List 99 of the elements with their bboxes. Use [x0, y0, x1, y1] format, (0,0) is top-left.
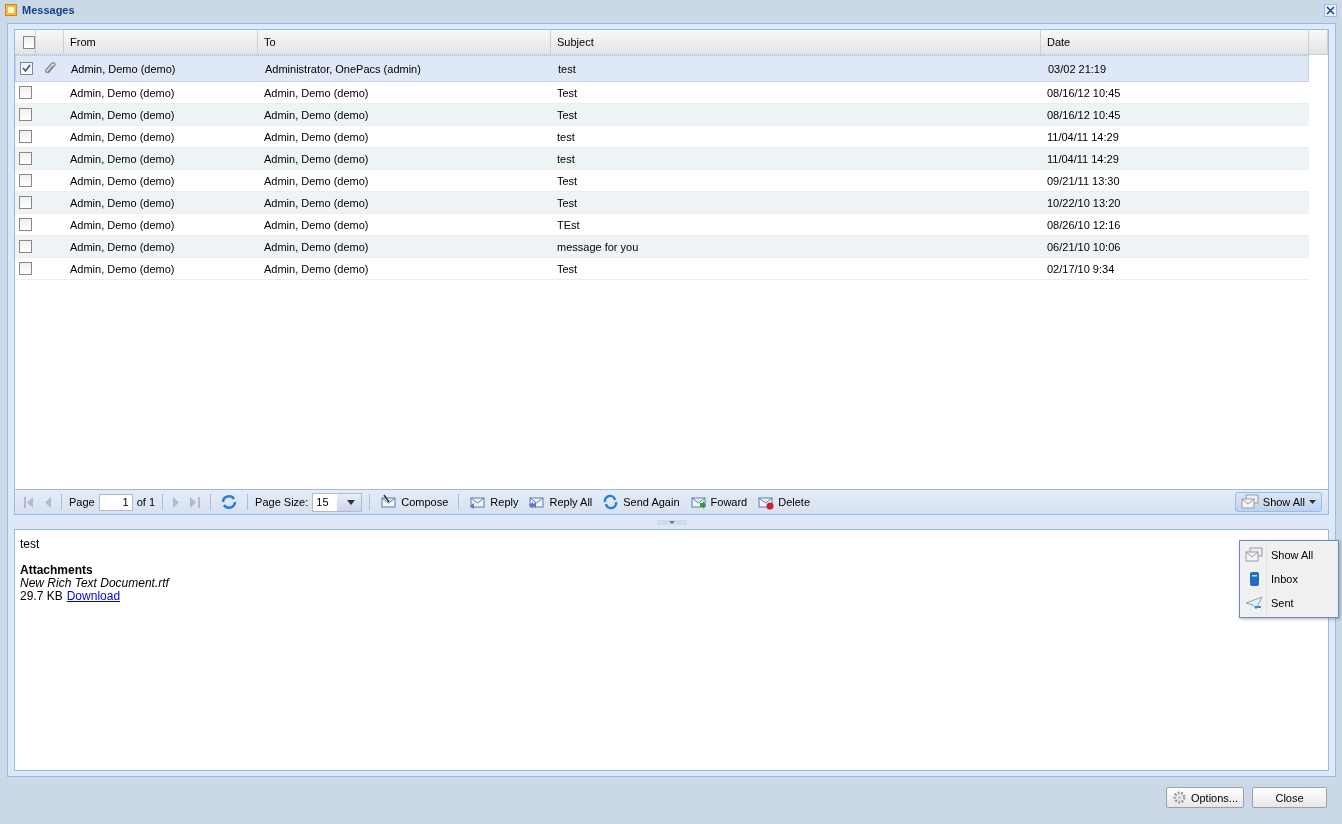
column-header[interactable]: Subject	[557, 36, 594, 48]
checkbox[interactable]	[19, 240, 32, 253]
paper-plane-icon	[1245, 595, 1263, 611]
table-cell-text: Admin, Demo (demo)	[263, 152, 370, 165]
column-header[interactable]: To	[264, 36, 276, 48]
table-cell-text: Admin, Demo (demo)	[69, 240, 176, 253]
table-cell-text: Admin, Demo (demo)	[69, 262, 176, 275]
table-cell-text: Test	[556, 262, 579, 275]
table-cell-text: 09/21/11 13:30	[1046, 174, 1121, 187]
page-size-dropdown[interactable]: 15	[312, 492, 363, 512]
reply-all-icon	[528, 494, 546, 510]
gear-icon	[1171, 790, 1187, 805]
checkbox[interactable]	[19, 86, 32, 99]
table-cell-text: Test	[556, 174, 579, 187]
delete-icon	[757, 494, 775, 510]
table-cell-text: Test	[556, 86, 579, 99]
table-cell-text: Admin, Demo (demo)	[263, 218, 370, 231]
toolbar-button[interactable]: Reply All	[525, 492, 596, 512]
window-icon	[5, 4, 17, 16]
message-row[interactable]: Admin, Demo (demo) Administrator, OnePacs (admin) test 03/02 21:19	[15, 55, 1309, 82]
message-row[interactable]: Admin, Demo (demo) Admin, Demo (demo) Test 08/16/12 10:45	[15, 104, 1309, 126]
table-cell-text: test	[556, 130, 576, 143]
table-cell-text: 08/26/10 12:16	[1046, 218, 1122, 231]
table-cell-text: Admin, Demo (demo)	[69, 108, 176, 121]
footer-button[interactable]: Close	[1252, 787, 1327, 808]
table-cell-text: 03/02 21:19	[1047, 62, 1108, 75]
message-row[interactable]: Admin, Demo (demo) Admin, Demo (demo) message for you 06/21/10 10:06	[15, 236, 1309, 258]
toolbar-button[interactable]: Reply	[466, 492, 522, 512]
menu-item[interactable]: Sent	[1240, 591, 1338, 615]
checkbox[interactable]	[19, 196, 32, 209]
table-cell-text: test	[557, 62, 577, 75]
table-cell-text: 08/16/12 10:45	[1046, 108, 1122, 121]
filter-button[interactable]: Show All	[1234, 492, 1322, 512]
table-cell-text: Admin, Demo (demo)	[263, 174, 370, 187]
menu-item[interactable]: Inbox	[1240, 567, 1338, 591]
table-cell-text: Admin, Demo (demo)	[263, 262, 370, 275]
window-title: Messages	[22, 4, 76, 16]
table-cell-text: Admin, Demo (demo)	[263, 108, 370, 121]
checkbox[interactable]	[19, 218, 32, 231]
table-cell-text: 10/22/10 13:20	[1046, 196, 1122, 209]
message-row[interactable]: Admin, Demo (demo) Admin, Demo (demo) test 11/04/11 14:29	[15, 148, 1309, 170]
checkbox[interactable]	[19, 174, 32, 187]
checkbox[interactable]	[23, 35, 35, 49]
column-header[interactable]: From	[70, 36, 96, 48]
table-cell-text: 06/21/10 10:06	[1046, 240, 1122, 253]
table-cell-text: 08/16/12 10:45	[1046, 86, 1122, 99]
toolbar-button[interactable]: Send Again	[599, 492, 683, 512]
table-cell-text: Admin, Demo (demo)	[70, 62, 177, 75]
table-cell-text: Admin, Demo (demo)	[69, 218, 176, 231]
table-cell-text: Admin, Demo (demo)	[263, 86, 370, 99]
checkbox[interactable]	[19, 108, 32, 121]
refresh-arrows-icon	[602, 494, 620, 510]
table-cell-text: Administrator, OnePacs (admin)	[264, 62, 422, 75]
file-size: 29.7 KB	[20, 589, 63, 603]
table-cell-text: message for you	[556, 240, 640, 253]
table-cell-text: 11/04/11 14:29	[1046, 152, 1120, 165]
table-cell-text: Admin, Demo (demo)	[263, 240, 370, 253]
checkbox[interactable]	[19, 130, 32, 143]
page-label: Page	[69, 496, 95, 508]
message-row[interactable]: Admin, Demo (demo) Admin, Demo (demo) Test 02/17/10 9:34	[15, 258, 1309, 280]
table-cell-text: Admin, Demo (demo)	[69, 152, 176, 165]
toolbar-button[interactable]: Compose	[377, 492, 452, 512]
message-body: test	[20, 538, 40, 551]
table-cell-text: 11/04/11 14:29	[1046, 130, 1120, 143]
checkbox[interactable]	[20, 62, 33, 75]
toolbar-button[interactable]: Foward	[686, 492, 751, 512]
message-row[interactable]: Admin, Demo (demo) Admin, Demo (demo) Test 10/22/10 13:20	[15, 192, 1309, 214]
table-cell-text: 02/17/10 9:34	[1046, 262, 1116, 275]
reply-icon	[469, 494, 487, 510]
page-size-label: Page Size:	[255, 496, 309, 508]
table-cell-text: Test	[556, 196, 579, 209]
footer-button[interactable]: Options...	[1165, 787, 1244, 808]
table-cell-text: Admin, Demo (demo)	[69, 130, 176, 143]
envelopes-icon	[1240, 494, 1259, 510]
table-cell-text: Admin, Demo (demo)	[263, 130, 370, 143]
file-name: New Rich Text Document.rtf	[20, 577, 169, 590]
column-header[interactable]: Date	[1047, 36, 1071, 48]
table-cell-text: Test	[556, 108, 579, 121]
table-cell-text: Admin, Demo (demo)	[69, 86, 176, 99]
attachments-heading: Attachments	[20, 564, 93, 577]
table-cell-text: Admin, Demo (demo)	[69, 196, 176, 209]
checkbox[interactable]	[19, 262, 32, 275]
table-cell-text: TEst	[556, 218, 581, 231]
menu-item[interactable]: Show All	[1240, 543, 1338, 567]
splitter-handle-icon[interactable]	[656, 519, 687, 525]
toolbar-button[interactable]: Delete	[754, 492, 814, 512]
envelope-pen-icon	[380, 494, 398, 510]
dropdown-arrow-icon	[346, 499, 355, 505]
download-link[interactable]: Download	[66, 589, 121, 603]
dropdown-arrow-icon	[1309, 500, 1316, 504]
close-icon[interactable]	[1324, 3, 1337, 17]
page-count: of 1	[136, 496, 156, 508]
page-input[interactable]: 1	[98, 493, 133, 511]
table-cell-text: Admin, Demo (demo)	[69, 174, 176, 187]
forward-icon	[689, 494, 707, 510]
table-cell-text: Admin, Demo (demo)	[263, 196, 370, 209]
envelopes-icon	[1245, 547, 1263, 563]
checkbox[interactable]	[19, 152, 32, 165]
table-cell-text: test	[556, 152, 576, 165]
